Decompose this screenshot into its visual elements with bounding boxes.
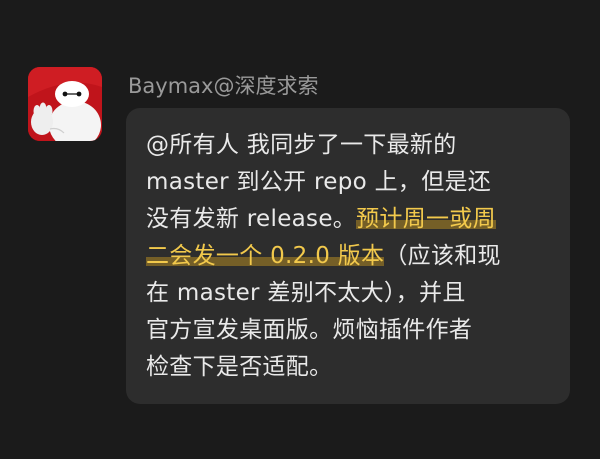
sender-name[interactable]: Baymax@深度求索 <box>128 72 318 100</box>
message-text-segment: @所有人 我同步了一下最新的 <box>146 132 457 158</box>
message-bubble[interactable]: @所有人 我同步了一下最新的 master 到公开 repo 上，但是还 没有发新 … <box>126 108 570 404</box>
message-line: 在 master 差别不太大），并且 <box>146 275 552 312</box>
message-text-segment: 没有发新 release。 <box>146 206 357 232</box>
baymax-avatar-icon <box>28 67 102 141</box>
message-line: master 到公开 repo 上，但是还 <box>146 164 552 201</box>
message-line: 官方宣发桌面版。烦恼插件作者 <box>146 312 552 349</box>
message-line: 二会发一个 0.2.0 版本（应该和现 <box>146 238 552 275</box>
message-text: @所有人 我同步了一下最新的 master 到公开 repo 上，但是还 没有发新 … <box>146 127 552 386</box>
chat-window: Baymax@深度求索 @所有人 我同步了一下最新的 master 到公开 rep… <box>0 0 600 459</box>
message-text-segment: 检查下是否适配。 <box>146 354 333 380</box>
message-text-segment: 官方宣发桌面版。烦恼插件作者 <box>146 317 473 343</box>
message-text-segment: （应该和现 <box>384 243 501 269</box>
message-line: 检查下是否适配。 <box>146 349 552 386</box>
highlighted-text: 预计周一或周 <box>356 206 496 232</box>
message-text-segment: 在 master 差别不太大），并且 <box>146 280 466 306</box>
message-line: @所有人 我同步了一下最新的 <box>146 127 552 164</box>
message-line: 没有发新 release。预计周一或周 <box>146 201 552 238</box>
highlighted-text: 二会发一个 0.2.0 版本 <box>146 243 385 269</box>
message-text-segment: master 到公开 repo 上，但是还 <box>146 169 492 195</box>
sender-avatar[interactable] <box>28 67 102 141</box>
